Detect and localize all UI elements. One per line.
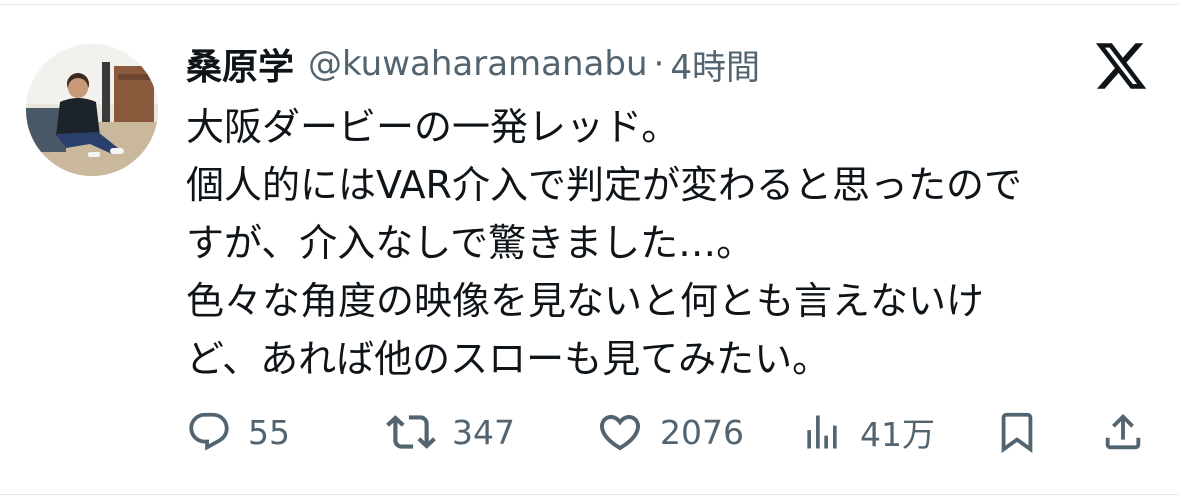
tweet-line: 個人的にはVAR介入で判定が変わると思ったので (186, 163, 1022, 207)
share-icon (1100, 409, 1146, 455)
reply-count: 55 (248, 412, 290, 452)
retweet-button[interactable]: 347 (386, 404, 515, 460)
tweet-line: すが、介入なしで驚きました…。 (186, 221, 755, 265)
bookmark-button[interactable] (994, 404, 1040, 460)
separator-dot: · (653, 44, 665, 84)
top-divider (0, 4, 1179, 5)
views-count: 41万 (860, 415, 935, 454)
action-bar: 55 347 2076 41万 (186, 404, 1150, 460)
bookmark-icon (994, 409, 1040, 455)
like-button[interactable]: 2076 (596, 404, 744, 460)
tweet-line: 大阪ダービーの一発レッド。 (186, 105, 680, 149)
heart-icon (596, 408, 644, 456)
views-icon (800, 410, 844, 454)
tweet-line: 色々な角度の映像を見ないと何とも言えないけ (186, 279, 985, 323)
retweet-icon (386, 407, 436, 457)
user-handle[interactable]: @kuwaharamanabu (308, 44, 648, 84)
display-name[interactable]: 桑原学 (186, 38, 294, 90)
tweet-header: 桑原学 @kuwaharamanabu · 4時間 (186, 38, 760, 90)
share-button[interactable] (1100, 404, 1146, 460)
timestamp[interactable]: 4時間 (670, 40, 760, 89)
tweet-text: 大阪ダービーの一発レッド。 個人的にはVAR介入で判定が変わると思ったので すが… (186, 98, 1146, 388)
x-logo-icon[interactable] (1093, 38, 1149, 94)
reply-button[interactable]: 55 (186, 404, 290, 460)
avatar[interactable] (26, 44, 158, 176)
bottom-divider (0, 494, 1179, 495)
views-button[interactable]: 41万 (800, 404, 935, 460)
reply-icon (186, 409, 232, 455)
avatar-photo (26, 44, 158, 176)
retweet-count: 347 (452, 412, 515, 452)
tweet-line: ど、あれば他のスローも見てみたい。 (186, 337, 831, 381)
like-count: 2076 (660, 412, 744, 452)
